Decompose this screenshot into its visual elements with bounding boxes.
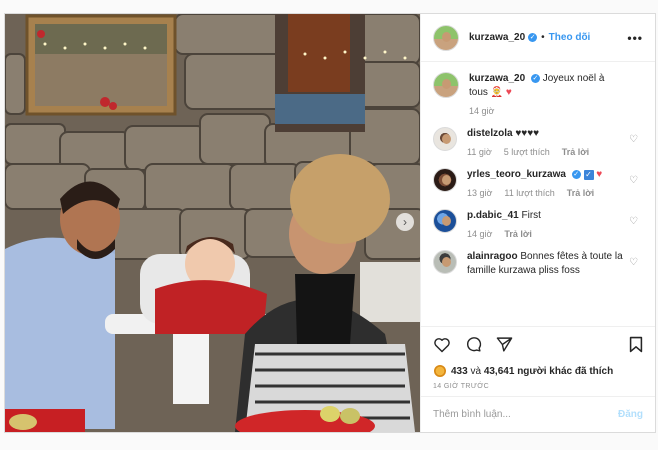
commenter-avatar[interactable] bbox=[433, 209, 457, 233]
speech-bubble-icon[interactable] bbox=[465, 336, 482, 353]
comment-text: ♥♥♥♥ bbox=[515, 128, 540, 139]
comment-item: yrles_teoro_kurzawa ✓ ✓ ♥ 13 giờ 11 lượt… bbox=[433, 168, 643, 198]
likes-suffix: người khác đã thích bbox=[517, 365, 614, 377]
comment-like-heart-icon[interactable]: ♡ bbox=[629, 258, 639, 268]
check-emoji-icon: ✓ bbox=[583, 170, 594, 180]
add-comment-bar: Thêm bình luận... Đăng bbox=[421, 396, 655, 432]
comment-item: alainragoo Bonnes fêtes à toute la famil… bbox=[433, 250, 643, 278]
verified-badge-icon: ✓ bbox=[528, 33, 538, 42]
post-photo[interactable]: › bbox=[5, 14, 420, 432]
comments-list: kurzawa_20 ✓ Joyeux noël à tous 🤶 ♥ 14 g… bbox=[421, 62, 655, 326]
reply-button[interactable]: Trả lời bbox=[504, 229, 531, 239]
verified-badge-icon: ✓ bbox=[530, 73, 540, 83]
post-card: › kurzawa_20 ✓ • Theo dõi ••• kurzawa_20… bbox=[4, 13, 656, 433]
comment-time[interactable]: 14 giờ bbox=[467, 229, 492, 239]
chevron-right-icon: › bbox=[403, 215, 407, 229]
commenter-avatar[interactable] bbox=[433, 127, 457, 151]
post-time-ago[interactable]: 14 GIỜ TRƯỚC bbox=[421, 380, 655, 396]
comment-likes[interactable]: 5 lượt thích bbox=[504, 147, 550, 157]
reply-button[interactable]: Trả lời bbox=[567, 188, 594, 198]
commenter-username[interactable]: yrles_teoro_kurzawa bbox=[467, 169, 566, 180]
post-side-panel: kurzawa_20 ✓ • Theo dõi ••• kurzawa_20 ✓… bbox=[420, 14, 655, 432]
red-heart-icon: ♥ bbox=[596, 169, 603, 180]
likes-connector: và bbox=[470, 365, 482, 377]
action-bar bbox=[421, 326, 655, 362]
caption-author[interactable]: kurzawa_20 bbox=[469, 73, 525, 84]
commenter-username[interactable]: alainragoo bbox=[467, 251, 518, 262]
more-options-icon[interactable]: ••• bbox=[627, 31, 643, 45]
reply-button[interactable]: Trả lời bbox=[562, 147, 589, 157]
verified-badge-icon: ✓ bbox=[571, 169, 581, 179]
red-heart-icon: ♥ bbox=[505, 87, 512, 98]
post-header: kurzawa_20 ✓ • Theo dõi ••• bbox=[421, 14, 655, 62]
likes-summary[interactable]: 433 và 43,641 người khác đã thích bbox=[421, 362, 655, 380]
likes-count-b: 43,641 bbox=[483, 365, 515, 377]
caption-author-avatar[interactable] bbox=[433, 72, 459, 98]
follow-button[interactable]: Theo dõi bbox=[549, 32, 591, 43]
paper-plane-icon[interactable] bbox=[496, 336, 513, 353]
commenter-username[interactable]: distelzola bbox=[467, 128, 513, 139]
commenter-avatar[interactable] bbox=[433, 168, 457, 192]
comment-item: distelzola ♥♥♥♥ 11 giờ 5 lượt thích Trả … bbox=[433, 127, 643, 157]
author-username[interactable]: kurzawa_20 bbox=[469, 32, 525, 43]
comment-like-heart-icon[interactable]: ♡ bbox=[629, 135, 639, 145]
author-avatar[interactable] bbox=[433, 24, 459, 51]
comment-like-heart-icon[interactable]: ♡ bbox=[629, 217, 639, 227]
caption: kurzawa_20 ✓ Joyeux noël à tous 🤶 ♥ 14 g… bbox=[433, 72, 643, 116]
commenter-username[interactable]: p.dabic_41 bbox=[467, 210, 519, 221]
comment-time[interactable]: 13 giờ bbox=[467, 188, 492, 198]
commenter-avatar[interactable] bbox=[433, 250, 457, 274]
likes-count-a: 433 bbox=[451, 365, 468, 377]
comment-time[interactable]: 11 giờ bbox=[467, 147, 492, 157]
bookmark-icon[interactable] bbox=[629, 336, 643, 353]
post-comment-button[interactable]: Đăng bbox=[618, 409, 643, 420]
comment-item: p.dabic_41 First 14 giờ Trả lời ♡ bbox=[433, 209, 643, 239]
liker-avatar bbox=[433, 364, 447, 378]
caption-time[interactable]: 14 giờ bbox=[469, 106, 494, 116]
heart-outline-icon[interactable] bbox=[433, 337, 451, 353]
next-photo-button[interactable]: › bbox=[396, 213, 414, 231]
comment-likes[interactable]: 11 lượt thích bbox=[504, 188, 554, 198]
comment-like-heart-icon[interactable]: ♡ bbox=[629, 176, 639, 186]
family-photo-image bbox=[5, 14, 420, 432]
comment-input[interactable]: Thêm bình luận... bbox=[433, 409, 511, 420]
comment-text: First bbox=[521, 210, 541, 221]
separator-dot: • bbox=[541, 32, 545, 43]
